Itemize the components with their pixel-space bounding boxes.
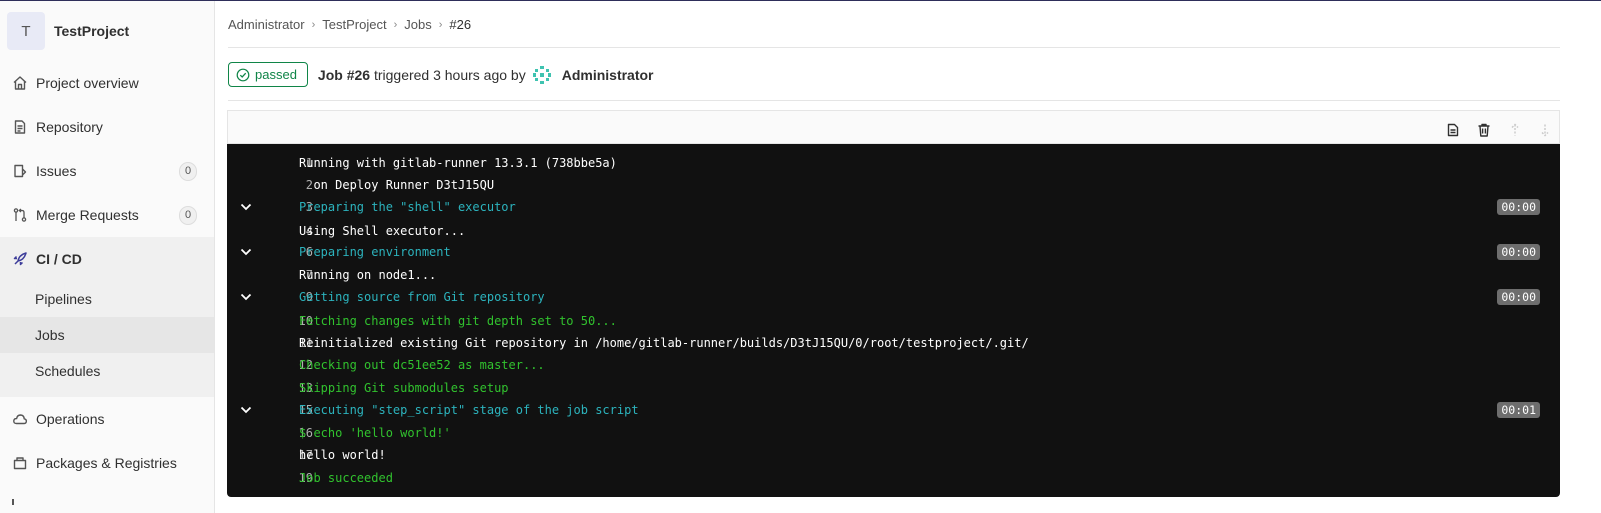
- sidebar-subitem-label: Pipelines: [35, 291, 92, 307]
- chevron-right-icon: ›: [438, 18, 443, 31]
- log-line: 4 Using Shell executor...: [227, 221, 1560, 241]
- divider: [228, 47, 1560, 48]
- check-circle-icon: [236, 68, 250, 82]
- log-line-text: Running on node1...: [299, 268, 437, 282]
- sidebar-item-packages-registries[interactable]: Packages & Registries: [0, 441, 214, 485]
- log-line-text: Skipping Git submodules setup: [299, 381, 509, 395]
- status-label: passed: [255, 67, 297, 82]
- log-section-header[interactable]: 9 Getting source from Git repository 00:00: [227, 287, 1560, 307]
- log-section-header[interactable]: 6 Preparing environment 00:00: [227, 242, 1560, 262]
- chevron-right-icon: ›: [311, 18, 316, 31]
- user-name-link[interactable]: Administrator: [562, 67, 654, 83]
- log-line: 7 Running on node1...: [227, 265, 1560, 285]
- log-line: 13 Skipping Git submodules setup: [227, 378, 1560, 398]
- sidebar-item-operations[interactable]: Operations: [0, 397, 214, 441]
- log-section-header[interactable]: 3 Preparing the "shell" executor 00:00: [227, 197, 1560, 217]
- log-line-text: Fetching changes with git depth set to 5…: [299, 314, 617, 328]
- breadcrumb-administrator[interactable]: Administrator: [228, 17, 305, 32]
- log-line-text: hello world!: [299, 448, 386, 462]
- user-avatar[interactable]: [532, 65, 552, 85]
- section-duration-badge: 00:00: [1497, 244, 1540, 260]
- chevron-down-icon[interactable]: [239, 200, 253, 214]
- doc-icon: [11, 118, 29, 136]
- log-line-text: Checking out dc51ee52 as master...: [299, 358, 545, 372]
- project-avatar: T: [7, 12, 45, 50]
- section-duration-badge: 00:00: [1497, 199, 1540, 215]
- sidebar-item-merge-requests[interactable]: Merge Requests 0: [0, 193, 214, 237]
- job-header: passed Job #26 triggered 3 hours ago by …: [228, 62, 654, 87]
- issues-icon: [11, 162, 29, 180]
- breadcrumb-testproject[interactable]: TestProject: [322, 17, 386, 32]
- log-line-text: Getting source from Git repository: [299, 290, 545, 304]
- log-line-text: Reinitialized existing Git repository in…: [299, 336, 1029, 350]
- section-duration-badge: 00:01: [1497, 402, 1540, 418]
- sidebar-subitem-label: Schedules: [35, 363, 101, 379]
- sidebar-item-repository[interactable]: Repository: [0, 105, 214, 149]
- log-line: 11 Reinitialized existing Git repository …: [227, 333, 1560, 353]
- project-name: TestProject: [54, 23, 130, 39]
- log-line-text: Preparing environment: [299, 245, 451, 259]
- job-description: Job #26 triggered 3 hours ago by: [318, 67, 526, 83]
- issues-count-badge: 0: [179, 161, 197, 181]
- scroll-top-icon[interactable]: [1507, 122, 1523, 138]
- sidebar-item-label: Repository: [36, 119, 103, 135]
- merge-icon: [11, 206, 29, 224]
- chevron-down-icon[interactable]: [239, 290, 253, 304]
- job-triggered-text: triggered 3 hours ago by: [373, 66, 526, 83]
- sidebar-item-issues[interactable]: Issues 0: [0, 149, 214, 193]
- rocket-icon: [11, 250, 29, 268]
- merge-requests-count-badge: 0: [179, 205, 197, 225]
- sidebar-subitem-label: Jobs: [35, 327, 65, 343]
- log-line: 17 hello world!: [227, 445, 1560, 465]
- top-border: [0, 0, 1601, 1]
- sidebar-subitem-schedules[interactable]: Schedules: [0, 353, 214, 389]
- section-duration-badge: 00:00: [1497, 289, 1540, 305]
- log-line: 2 on Deploy Runner D3tJ15QU: [227, 175, 1560, 195]
- log-line: 19 Job succeeded: [227, 468, 1560, 488]
- sidebar-item-label: Operations: [36, 411, 105, 427]
- project-header[interactable]: T TestProject: [0, 11, 214, 51]
- log-line-text: Job succeeded: [299, 471, 393, 485]
- sidebar: T TestProject Project overview Repositor…: [0, 1, 215, 513]
- breadcrumb: Administrator › TestProject › Jobs › #26: [228, 17, 471, 32]
- log-toolbar: [227, 110, 1560, 144]
- log-section-header[interactable]: 15 Executing "step_script" stage of the j…: [227, 400, 1560, 420]
- chevron-right-icon: ›: [393, 18, 398, 31]
- log-line: 10 Fetching changes with git depth set to…: [227, 311, 1560, 331]
- sidebar-item-label: Issues: [36, 163, 77, 179]
- log-line-text: Preparing the "shell" executor: [299, 200, 516, 214]
- job-label: Job #26: [317, 66, 371, 83]
- log-line-text: Using Shell executor...: [299, 224, 466, 238]
- chevron-down-icon[interactable]: [239, 245, 253, 259]
- log-line-text: Executing "step_script" stage of the job…: [299, 403, 639, 417]
- sidebar-item-label: CI / CD: [36, 251, 82, 267]
- next-item-icon-fragment: [12, 499, 14, 505]
- log-line: 16 $ echo 'hello world!': [227, 423, 1560, 443]
- sidebar-subitem-jobs[interactable]: Jobs: [0, 317, 214, 353]
- divider: [228, 100, 1560, 101]
- cloud-icon: [11, 410, 29, 428]
- log-line-text: on Deploy Runner D3tJ15QU: [299, 178, 495, 192]
- raw-log-icon[interactable]: [1445, 122, 1461, 138]
- breadcrumb-jobs[interactable]: Jobs: [404, 17, 431, 32]
- status-badge[interactable]: passed: [228, 62, 308, 87]
- erase-log-icon[interactable]: [1476, 122, 1492, 138]
- home-icon: [11, 74, 29, 92]
- log-line: 1 Running with gitlab-runner 13.3.1 (738b…: [227, 153, 1560, 173]
- sidebar-item-label: Merge Requests: [36, 207, 139, 223]
- log-line: 12 Checking out dc51ee52 as master...: [227, 355, 1560, 375]
- package-icon: [11, 454, 29, 472]
- log-line-text: Running with gitlab-runner 13.3.1 (738bb…: [299, 156, 617, 170]
- sidebar-item-label: Packages & Registries: [36, 455, 177, 471]
- sidebar-subitem-pipelines[interactable]: Pipelines: [0, 281, 214, 317]
- breadcrumb-current-job[interactable]: #26: [449, 17, 471, 32]
- sidebar-item-project-overview[interactable]: Project overview: [0, 61, 214, 105]
- chevron-down-icon[interactable]: [239, 403, 253, 417]
- sidebar-item-label: Project overview: [36, 75, 139, 91]
- job-log: 1 Running with gitlab-runner 13.3.1 (738b…: [227, 144, 1560, 497]
- log-line-text: $ echo 'hello world!': [299, 426, 451, 440]
- scroll-bottom-icon[interactable]: [1537, 122, 1553, 138]
- sidebar-item-cicd[interactable]: CI / CD: [0, 237, 214, 281]
